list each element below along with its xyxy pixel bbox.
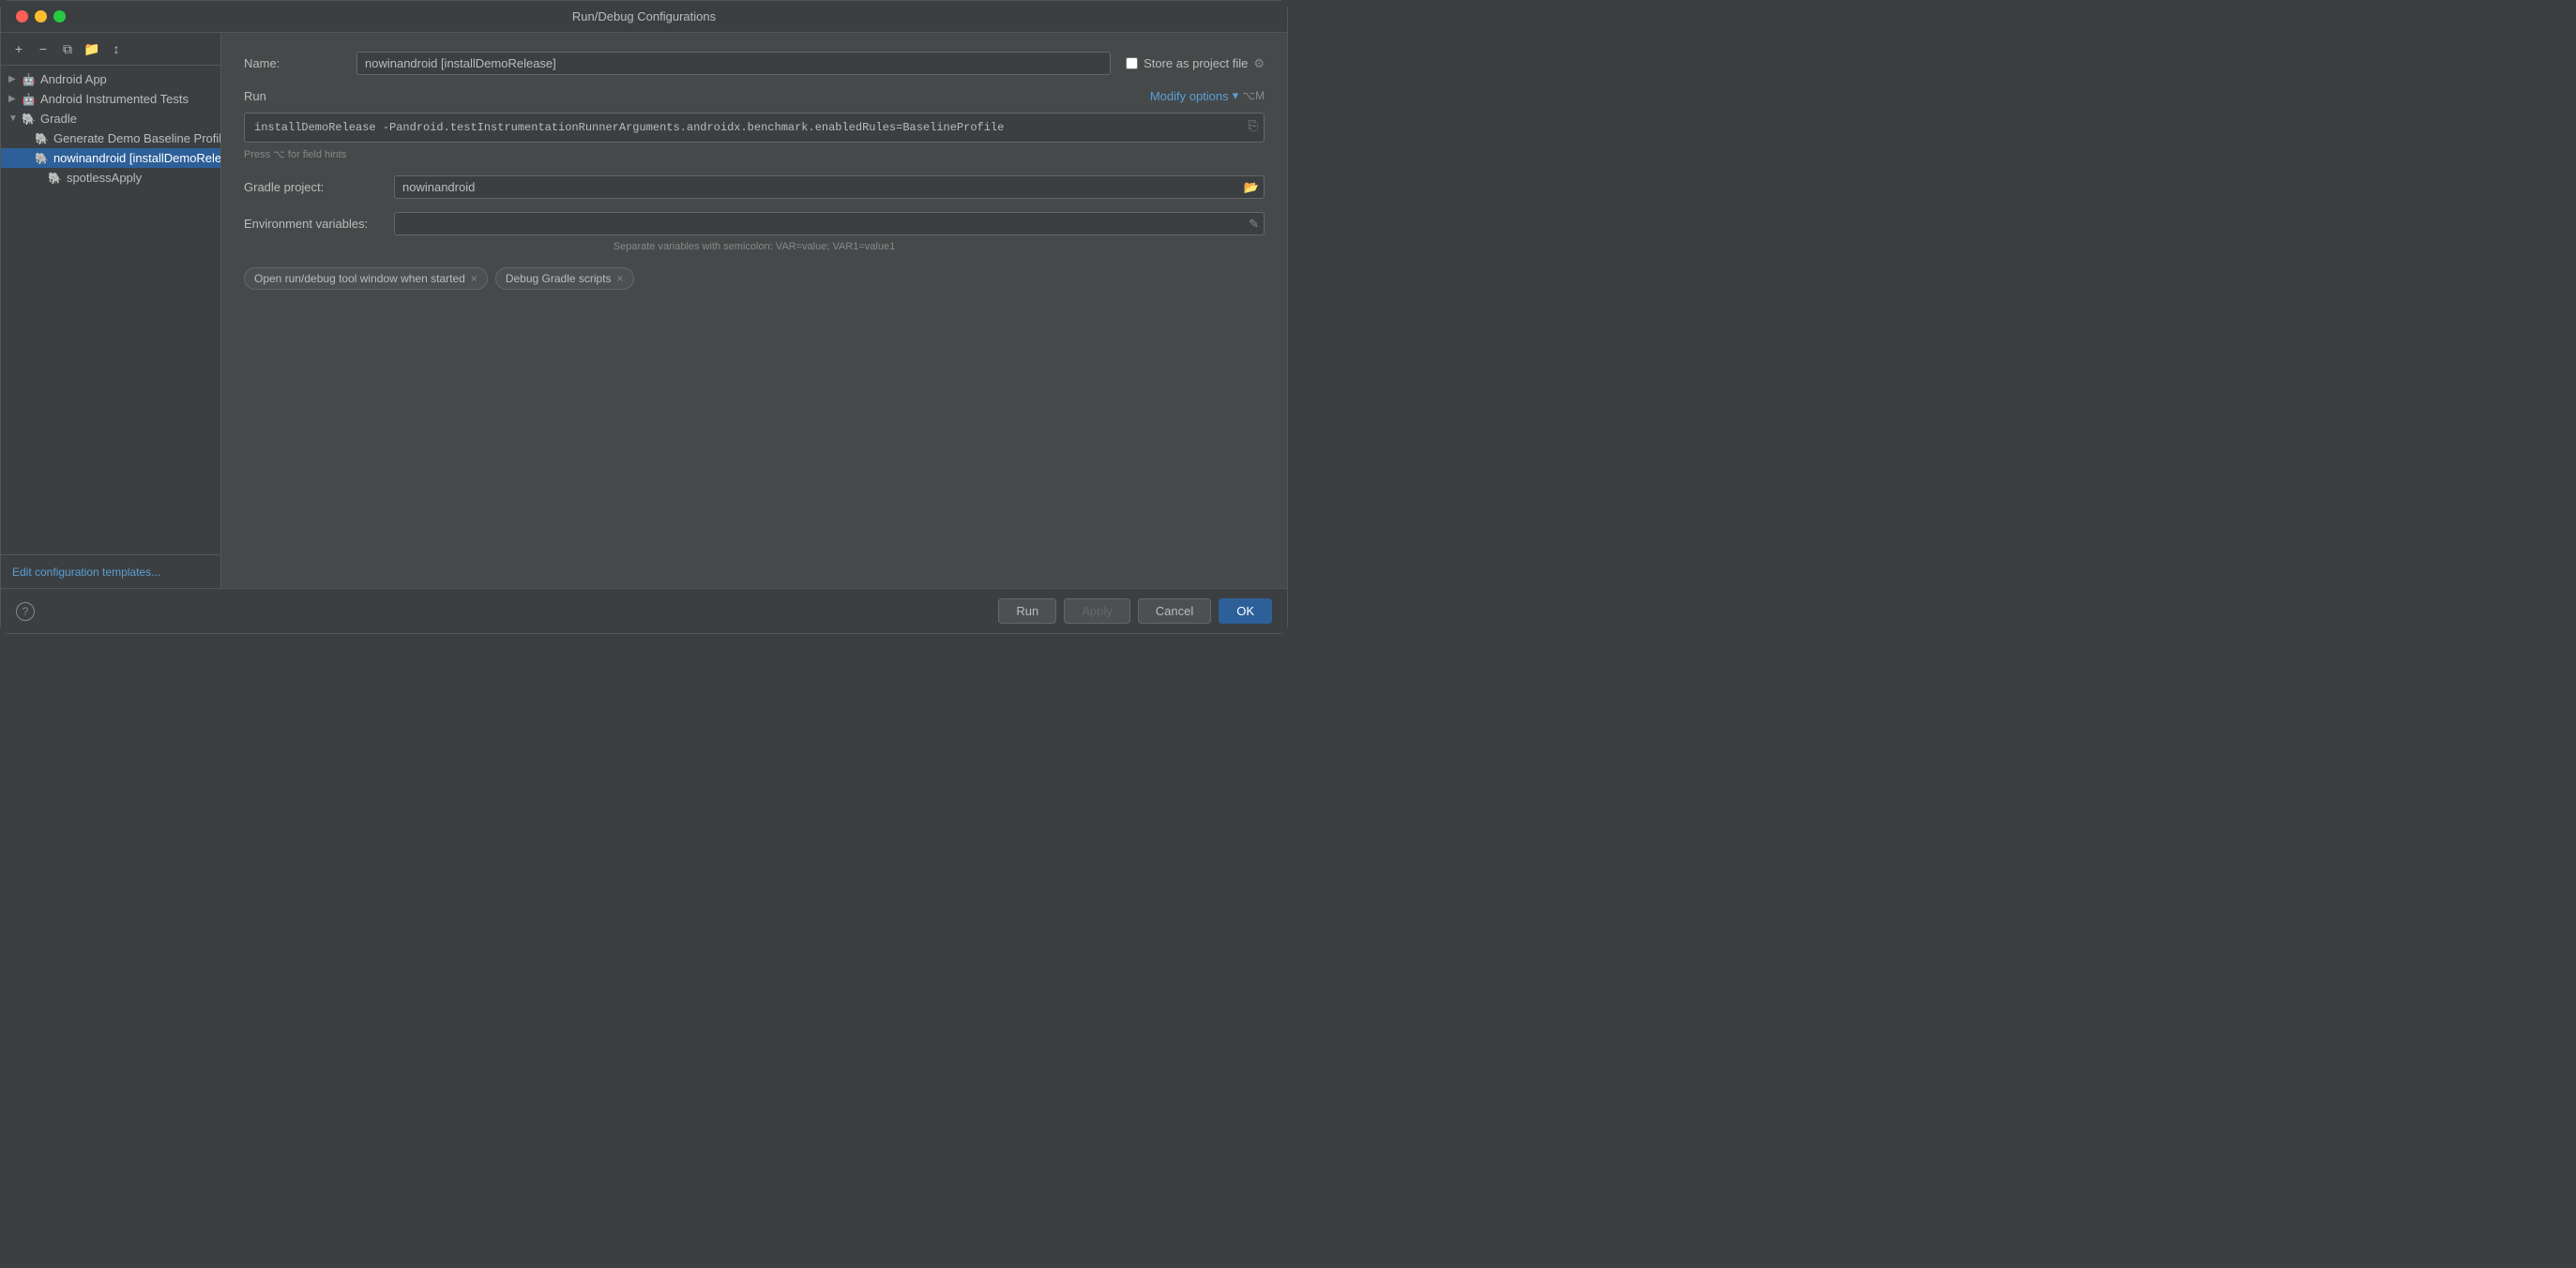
android-app-label: Android App [40,72,107,86]
sidebar: + − ⧉ 📁 ↕ ▶ 🤖 Android App ▶ 🤖 Android I [1,33,221,588]
copy-config-button[interactable]: ⧉ [57,38,78,59]
tag-open-run-debug-label: Open run/debug tool window when started [254,272,465,285]
title-bar: Run/Debug Configurations [1,1,1287,33]
run-command-text: installDemoRelease -Pandroid.testInstrum… [254,121,1004,134]
run-section-header: Run Modify options ▾ ⌥M [244,88,1265,103]
android-instrumented-label: Android Instrumented Tests [40,92,189,106]
window-title: Run/Debug Configurations [572,9,716,23]
sidebar-item-generate-demo[interactable]: 🐘 Generate Demo Baseline Profile [1,128,220,148]
modify-options-shortcut: ⌥M [1242,89,1265,102]
sidebar-footer: Edit configuration templates... [1,554,220,588]
generate-demo-label: Generate Demo Baseline Profile [53,131,221,145]
remove-config-button[interactable]: − [33,38,53,59]
sidebar-item-nowinandroid[interactable]: 🐘 nowinandroid [installDemoRelease] [1,148,220,168]
run-button[interactable]: Run [998,598,1056,624]
gradle-label: Gradle [40,112,77,126]
name-input[interactable] [356,52,1111,75]
name-row: Name: Store as project file ⚙ [244,52,1265,75]
env-vars-label: Environment variables: [244,217,394,231]
gradle-project-row: Gradle project: 📂 [244,175,1265,199]
arrow-icon: ▶ [8,74,22,84]
separator-hint: Separate variables with semicolon: VAR=v… [244,241,1265,252]
env-vars-input[interactable] [394,212,1265,235]
name-input-wrapper: Store as project file ⚙ [356,52,1265,75]
tag-open-run-debug: Open run/debug tool window when started … [244,267,488,290]
sidebar-item-spotless[interactable]: 🐘 spotlessApply [1,168,220,188]
android-app-icon: 🤖 [22,73,36,86]
chevron-down-icon: ▾ [1233,88,1239,103]
maximize-button[interactable] [53,10,66,23]
content-area: Name: Store as project file ⚙ Run Modify… [221,33,1287,588]
store-project-file-row: Store as project file ⚙ [1126,56,1265,71]
edit-templates-link[interactable]: Edit configuration templates... [12,566,160,579]
apply-button[interactable]: Apply [1064,598,1130,624]
tree-group-gradle: ▼ 🐘 Gradle 🐘 Generate Demo Baseline Prof… [1,109,220,188]
android-instrumented-icon: 🤖 [22,93,36,106]
gradle-project-input[interactable] [394,175,1265,199]
arrow-icon: ▶ [8,94,22,104]
add-config-button[interactable]: + [8,38,29,59]
close-button[interactable] [16,10,28,23]
bottom-right: Run Apply Cancel OK [998,598,1272,624]
bottom-left: ? [16,602,35,621]
folder-config-button[interactable]: 📁 [82,38,102,59]
browse-icon[interactable]: 📂 [1244,180,1259,195]
help-button[interactable]: ? [16,602,35,621]
modify-options-label: Modify options [1150,89,1229,103]
minimize-button[interactable] [35,10,47,23]
main-layout: + − ⧉ 📁 ↕ ▶ 🤖 Android App ▶ 🤖 Android I [1,33,1287,588]
sidebar-tree: ▶ 🤖 Android App ▶ 🤖 Android Instrumented… [1,66,220,554]
env-vars-row: Environment variables: ✎ [244,212,1265,235]
env-edit-icon[interactable]: ✎ [1249,217,1259,232]
nowinandroid-icon: 🐘 [35,152,49,165]
copy-icon[interactable]: ⎘ [1249,119,1258,133]
arrow-icon: ▼ [8,113,22,124]
store-project-file-label: Store as project file [1144,56,1248,70]
gradle-project-label: Gradle project: [244,180,394,194]
modify-options-button[interactable]: Modify options ▾ ⌥M [1150,88,1265,103]
run-command-box: installDemoRelease -Pandroid.testInstrum… [244,113,1265,143]
gradle-icon: 🐘 [22,113,36,126]
gradle-input-wrapper: 📂 [394,175,1265,199]
bottom-bar: ? Run Apply Cancel OK [1,588,1287,633]
ok-button[interactable]: OK [1219,598,1272,624]
sidebar-item-android-instrumented[interactable]: ▶ 🤖 Android Instrumented Tests [1,89,220,109]
traffic-lights [16,10,66,23]
sidebar-item-android-app[interactable]: ▶ 🤖 Android App [1,69,220,89]
tag-open-run-debug-close[interactable]: × [471,273,477,284]
tree-group-android-instrumented: ▶ 🤖 Android Instrumented Tests [1,89,220,109]
cancel-button[interactable]: Cancel [1138,598,1211,624]
spotless-label: spotlessApply [67,171,142,185]
spotless-icon: 🐘 [48,172,62,185]
store-project-file-checkbox[interactable] [1126,57,1138,69]
env-input-wrapper: ✎ [394,212,1265,235]
field-hint: Press ⌥ for field hints [244,148,1265,160]
gear-icon[interactable]: ⚙ [1253,56,1265,71]
nowinandroid-label: nowinandroid [installDemoRelease] [53,151,221,165]
tree-group-android-app: ▶ 🤖 Android App [1,69,220,89]
tag-debug-gradle-close[interactable]: × [617,273,624,284]
name-label: Name: [244,56,356,70]
sidebar-toolbar: + − ⧉ 📁 ↕ [1,33,220,66]
tag-debug-gradle-label: Debug Gradle scripts [506,272,612,285]
tag-debug-gradle: Debug Gradle scripts × [495,267,634,290]
run-section-title: Run [244,89,266,103]
sidebar-item-gradle[interactable]: ▼ 🐘 Gradle [1,109,220,128]
tags-row: Open run/debug tool window when started … [244,267,1265,290]
sort-config-button[interactable]: ↕ [106,38,127,59]
generate-demo-icon: 🐘 [35,132,49,145]
